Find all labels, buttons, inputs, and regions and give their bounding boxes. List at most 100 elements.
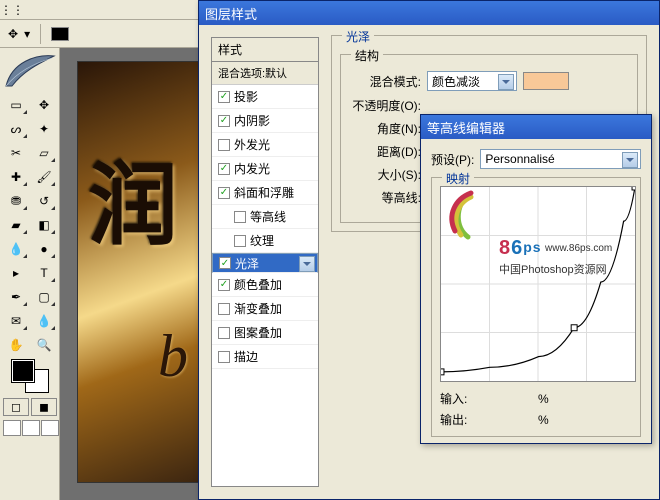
separator: [40, 24, 41, 44]
blend-options-row[interactable]: 混合选项:默认: [212, 62, 318, 85]
path-select-tool[interactable]: ▸: [3, 262, 29, 284]
layer-style-titlebar[interactable]: 图层样式: [199, 1, 659, 25]
style-row-4[interactable]: ✓ 斜面和浮雕: [212, 181, 318, 205]
contour-editor-titlebar[interactable]: 等高线编辑器: [421, 115, 651, 139]
eraser-tool[interactable]: ▰: [3, 214, 29, 236]
crop-tool[interactable]: ✂: [3, 142, 29, 164]
styles-list: 样式 混合选项:默认 ✓投影✓内阴影外发光✓内发光✓斜面和浮雕等高线纹理✓光泽✓…: [211, 37, 319, 487]
satin-color-swatch[interactable]: [523, 72, 569, 90]
brush-tool[interactable]: 🖌: [31, 166, 57, 188]
menu-handle-icon: ⋮⋮: [4, 2, 20, 18]
graph-svg: [441, 187, 635, 381]
style-row-label: 外发光: [234, 136, 270, 153]
style-row-3[interactable]: ✓ 内发光: [212, 157, 318, 181]
satin-legend: 光泽: [342, 28, 374, 45]
hand-tool[interactable]: ✋: [3, 334, 29, 356]
type-tool[interactable]: T: [31, 262, 57, 284]
option-swatch[interactable]: [51, 27, 69, 41]
blur-tool[interactable]: 💧: [3, 238, 29, 260]
contour-graph[interactable]: 86ps www.86ps.com 中国Photoshop资源网: [440, 186, 636, 382]
shape-tool[interactable]: ▢: [31, 286, 57, 308]
screen-std-button[interactable]: [3, 420, 21, 436]
style-row-label: 投影: [234, 88, 258, 105]
marquee-tool[interactable]: ▭: [3, 94, 29, 116]
size-label: 大小(S):: [349, 166, 421, 183]
mapping-fieldset: 映射 86ps www.86p: [431, 177, 641, 437]
mapping-legend: 映射: [442, 170, 474, 187]
heal-tool[interactable]: ✚: [3, 166, 29, 188]
style-row-label: 内阴影: [234, 112, 270, 129]
distance-label: 距离(D):: [349, 143, 421, 160]
standard-mode-button[interactable]: ◻: [3, 398, 29, 416]
zoom-tool[interactable]: 🔍: [31, 334, 57, 356]
screen-full-menu-button[interactable]: [22, 420, 40, 436]
style-row-label: 颜色叠加: [234, 276, 282, 293]
style-checkbox[interactable]: ✓: [219, 257, 231, 269]
quickmask-row: ◻ ◼: [0, 396, 59, 418]
style-checkbox[interactable]: [218, 327, 230, 339]
opacity-label: 不透明度(O):: [349, 97, 421, 114]
dodge-tool[interactable]: ●: [31, 238, 57, 260]
foreground-color-swatch[interactable]: [12, 360, 34, 382]
eyedropper-tool[interactable]: 💧: [31, 310, 57, 332]
style-row-label: 内发光: [234, 160, 270, 177]
pen-tool[interactable]: ✒: [3, 286, 29, 308]
tool-preset-dropdown[interactable]: ▾: [24, 27, 30, 41]
history-brush-tool[interactable]: ↺: [31, 190, 57, 212]
style-checkbox[interactable]: ✓: [218, 115, 230, 127]
artwork-chinese-char: 润: [88, 132, 178, 262]
style-row-label: 斜面和浮雕: [234, 184, 294, 201]
style-row-8[interactable]: ✓ 颜色叠加: [212, 273, 318, 297]
style-row-10[interactable]: 图案叠加: [212, 321, 318, 345]
blendmode-select[interactable]: 颜色减淡: [427, 71, 517, 91]
document-window[interactable]: 润 b: [78, 62, 208, 482]
style-checkbox[interactable]: ✓: [218, 163, 230, 175]
style-checkbox[interactable]: ✓: [218, 279, 230, 291]
style-checkbox[interactable]: [234, 211, 246, 223]
styles-header[interactable]: 样式: [212, 38, 318, 62]
style-checkbox[interactable]: ✓: [218, 187, 230, 199]
artwork-latin-char: b: [158, 322, 188, 391]
output-pct: %: [538, 413, 549, 427]
gradient-tool[interactable]: ◧: [31, 214, 57, 236]
move-tool-indicator-icon: ✥: [8, 27, 18, 41]
structure-legend: 结构: [351, 47, 383, 64]
style-row-0[interactable]: ✓ 投影: [212, 85, 318, 109]
style-row-7[interactable]: ✓ 光泽: [212, 253, 318, 273]
quickmask-mode-button[interactable]: ◼: [31, 398, 57, 416]
contour-editor-dialog: 等高线编辑器 预设(P): Personnalisé 映射: [420, 114, 652, 444]
style-row-label: 等高线: [250, 208, 286, 225]
lasso-tool[interactable]: ᔕ: [3, 118, 29, 140]
angle-label: 角度(N):: [349, 120, 421, 137]
style-checkbox[interactable]: ✓: [218, 91, 230, 103]
style-checkbox[interactable]: [218, 139, 230, 151]
screen-mode-row: [0, 418, 59, 438]
wand-tool[interactable]: ✦: [31, 118, 57, 140]
notes-tool[interactable]: ✉: [3, 310, 29, 332]
slice-tool[interactable]: ▱: [31, 142, 57, 164]
blendmode-label: 混合模式:: [349, 73, 421, 90]
style-row-2[interactable]: 外发光: [212, 133, 318, 157]
style-row-5[interactable]: 等高线: [212, 205, 318, 229]
style-row-label: 光泽: [235, 255, 259, 272]
preset-select[interactable]: Personnalisé: [480, 149, 641, 169]
input-pct: %: [538, 392, 549, 406]
preset-label: 预设(P):: [431, 151, 474, 168]
style-row-1[interactable]: ✓ 内阴影: [212, 109, 318, 133]
style-row-6[interactable]: 纹理: [212, 229, 318, 253]
style-row-label: 渐变叠加: [234, 300, 282, 317]
screen-full-button[interactable]: [41, 420, 59, 436]
output-label: 输出:: [440, 411, 480, 428]
style-row-11[interactable]: 描边: [212, 345, 318, 369]
color-swatches: [0, 356, 59, 396]
style-row-9[interactable]: 渐变叠加: [212, 297, 318, 321]
style-row-label: 图案叠加: [234, 324, 282, 341]
style-row-label: 纹理: [250, 232, 274, 249]
move-tool[interactable]: ✥: [31, 94, 57, 116]
style-checkbox[interactable]: [218, 351, 230, 363]
style-checkbox[interactable]: [218, 303, 230, 315]
contour-label: 等高线:: [349, 189, 421, 206]
style-checkbox[interactable]: [234, 235, 246, 247]
stamp-tool[interactable]: ⛃: [3, 190, 29, 212]
tools-grid: ▭ ✥ ᔕ ✦ ✂ ▱ ✚ 🖌 ⛃ ↺ ▰ ◧ 💧 ● ▸ T ✒ ▢ ✉ 💧 …: [0, 94, 59, 356]
